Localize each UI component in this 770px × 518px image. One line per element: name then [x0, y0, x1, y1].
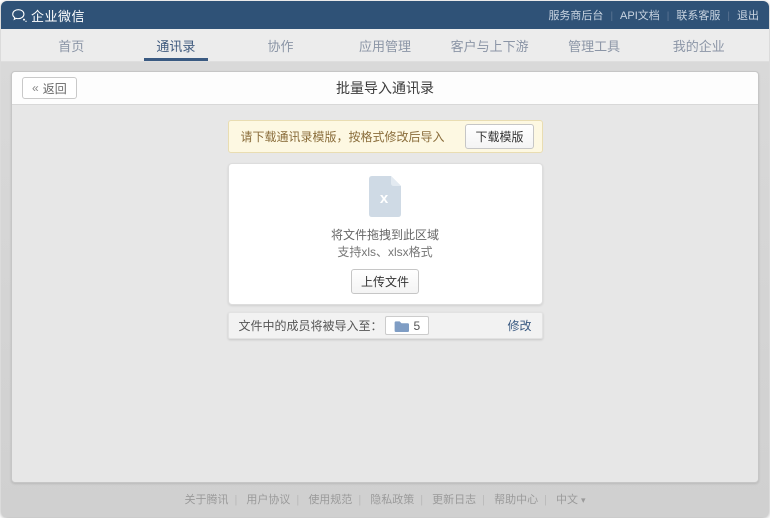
app-window: 企业微信 服务商后台 API文档 联系客服 退出 首页 通讯录 协作 应用管理 … [1, 1, 769, 517]
back-chevron-icon: « [32, 81, 39, 95]
language-label: 中文 [556, 494, 578, 506]
excel-file-icon: x [366, 174, 404, 219]
department-chip[interactable]: 5 [385, 316, 430, 335]
tab-my-company[interactable]: 我的企业 [646, 29, 751, 61]
import-target-label: 文件中的成员将被导入至： [239, 317, 383, 334]
import-target-row: 文件中的成员将被导入至： 5 修改 [228, 312, 543, 339]
tab-contacts[interactable]: 通讯录 [124, 29, 229, 61]
footer-link-usage-rules[interactable]: 使用规范 [308, 494, 367, 506]
top-link-contact-support[interactable]: 联系客服 [676, 7, 737, 23]
caret-down-icon: ▾ [581, 495, 586, 505]
main-nav: 首页 通讯录 协作 应用管理 客户与上下游 管理工具 我的企业 [1, 29, 769, 62]
footer: 关于腾讯 用户协议 使用规范 隐私政策 更新日志 帮助中心 中文▾ [1, 491, 769, 507]
tab-collaboration[interactable]: 协作 [228, 29, 333, 61]
footer-link-help-center[interactable]: 帮助中心 [494, 494, 553, 506]
page-background: « 返回 批量导入通讯录 请下载通讯录模版，按格式修改后导入 下载模版 [1, 62, 769, 517]
tab-home[interactable]: 首页 [19, 29, 124, 61]
footer-link-privacy-policy[interactable]: 隐私政策 [370, 494, 429, 506]
upload-dropzone[interactable]: x 将文件拖拽到此区域 支持xls、xlsx格式 上传文件 [228, 163, 543, 305]
wework-logo-icon [11, 7, 27, 23]
footer-link-user-agreement[interactable]: 用户协议 [246, 494, 305, 506]
top-link-logout[interactable]: 退出 [737, 7, 759, 23]
folder-icon [394, 320, 409, 332]
top-bar: 企业微信 服务商后台 API文档 联系客服 退出 [1, 1, 769, 29]
back-button-label: 返回 [43, 80, 67, 97]
back-button[interactable]: « 返回 [22, 77, 77, 99]
drag-hint-text: 将文件拖拽到此区域 [331, 227, 439, 244]
download-template-button[interactable]: 下载模版 [465, 124, 533, 149]
footer-link-about-tencent[interactable]: 关于腾讯 [184, 494, 243, 506]
modify-link[interactable]: 修改 [507, 317, 531, 334]
template-notice: 请下载通讯录模版，按格式修改后导入 下载模版 [228, 120, 543, 153]
page-title: 批量导入通讯录 [336, 78, 434, 98]
svg-text:x: x [380, 190, 389, 207]
tab-customers-updownstream[interactable]: 客户与上下游 [437, 29, 542, 61]
top-link-provider-console[interactable]: 服务商后台 [548, 7, 620, 23]
content-panel: « 返回 批量导入通讯录 请下载通讯录模版，按格式修改后导入 下载模版 [11, 71, 759, 483]
panel-header: « 返回 批量导入通讯录 [12, 72, 758, 105]
department-count: 5 [414, 319, 421, 333]
tab-app-management[interactable]: 应用管理 [333, 29, 438, 61]
format-hint-text: 支持xls、xlsx格式 [337, 244, 432, 261]
notice-text: 请下载通讯录模版，按格式修改后导入 [241, 128, 445, 145]
brand: 企业微信 [11, 6, 85, 25]
tab-admin-tools[interactable]: 管理工具 [542, 29, 647, 61]
language-selector[interactable]: 中文▾ [556, 494, 586, 506]
footer-link-changelog[interactable]: 更新日志 [432, 494, 491, 506]
upload-file-button[interactable]: 上传文件 [351, 269, 419, 294]
top-links: 服务商后台 API文档 联系客服 退出 [548, 7, 759, 23]
panel-body: 请下载通讯录模版，按格式修改后导入 下载模版 x 将文件拖拽到此区域 支持xls… [12, 105, 758, 339]
brand-label: 企业微信 [31, 6, 85, 25]
top-link-api-docs[interactable]: API文档 [620, 7, 676, 23]
